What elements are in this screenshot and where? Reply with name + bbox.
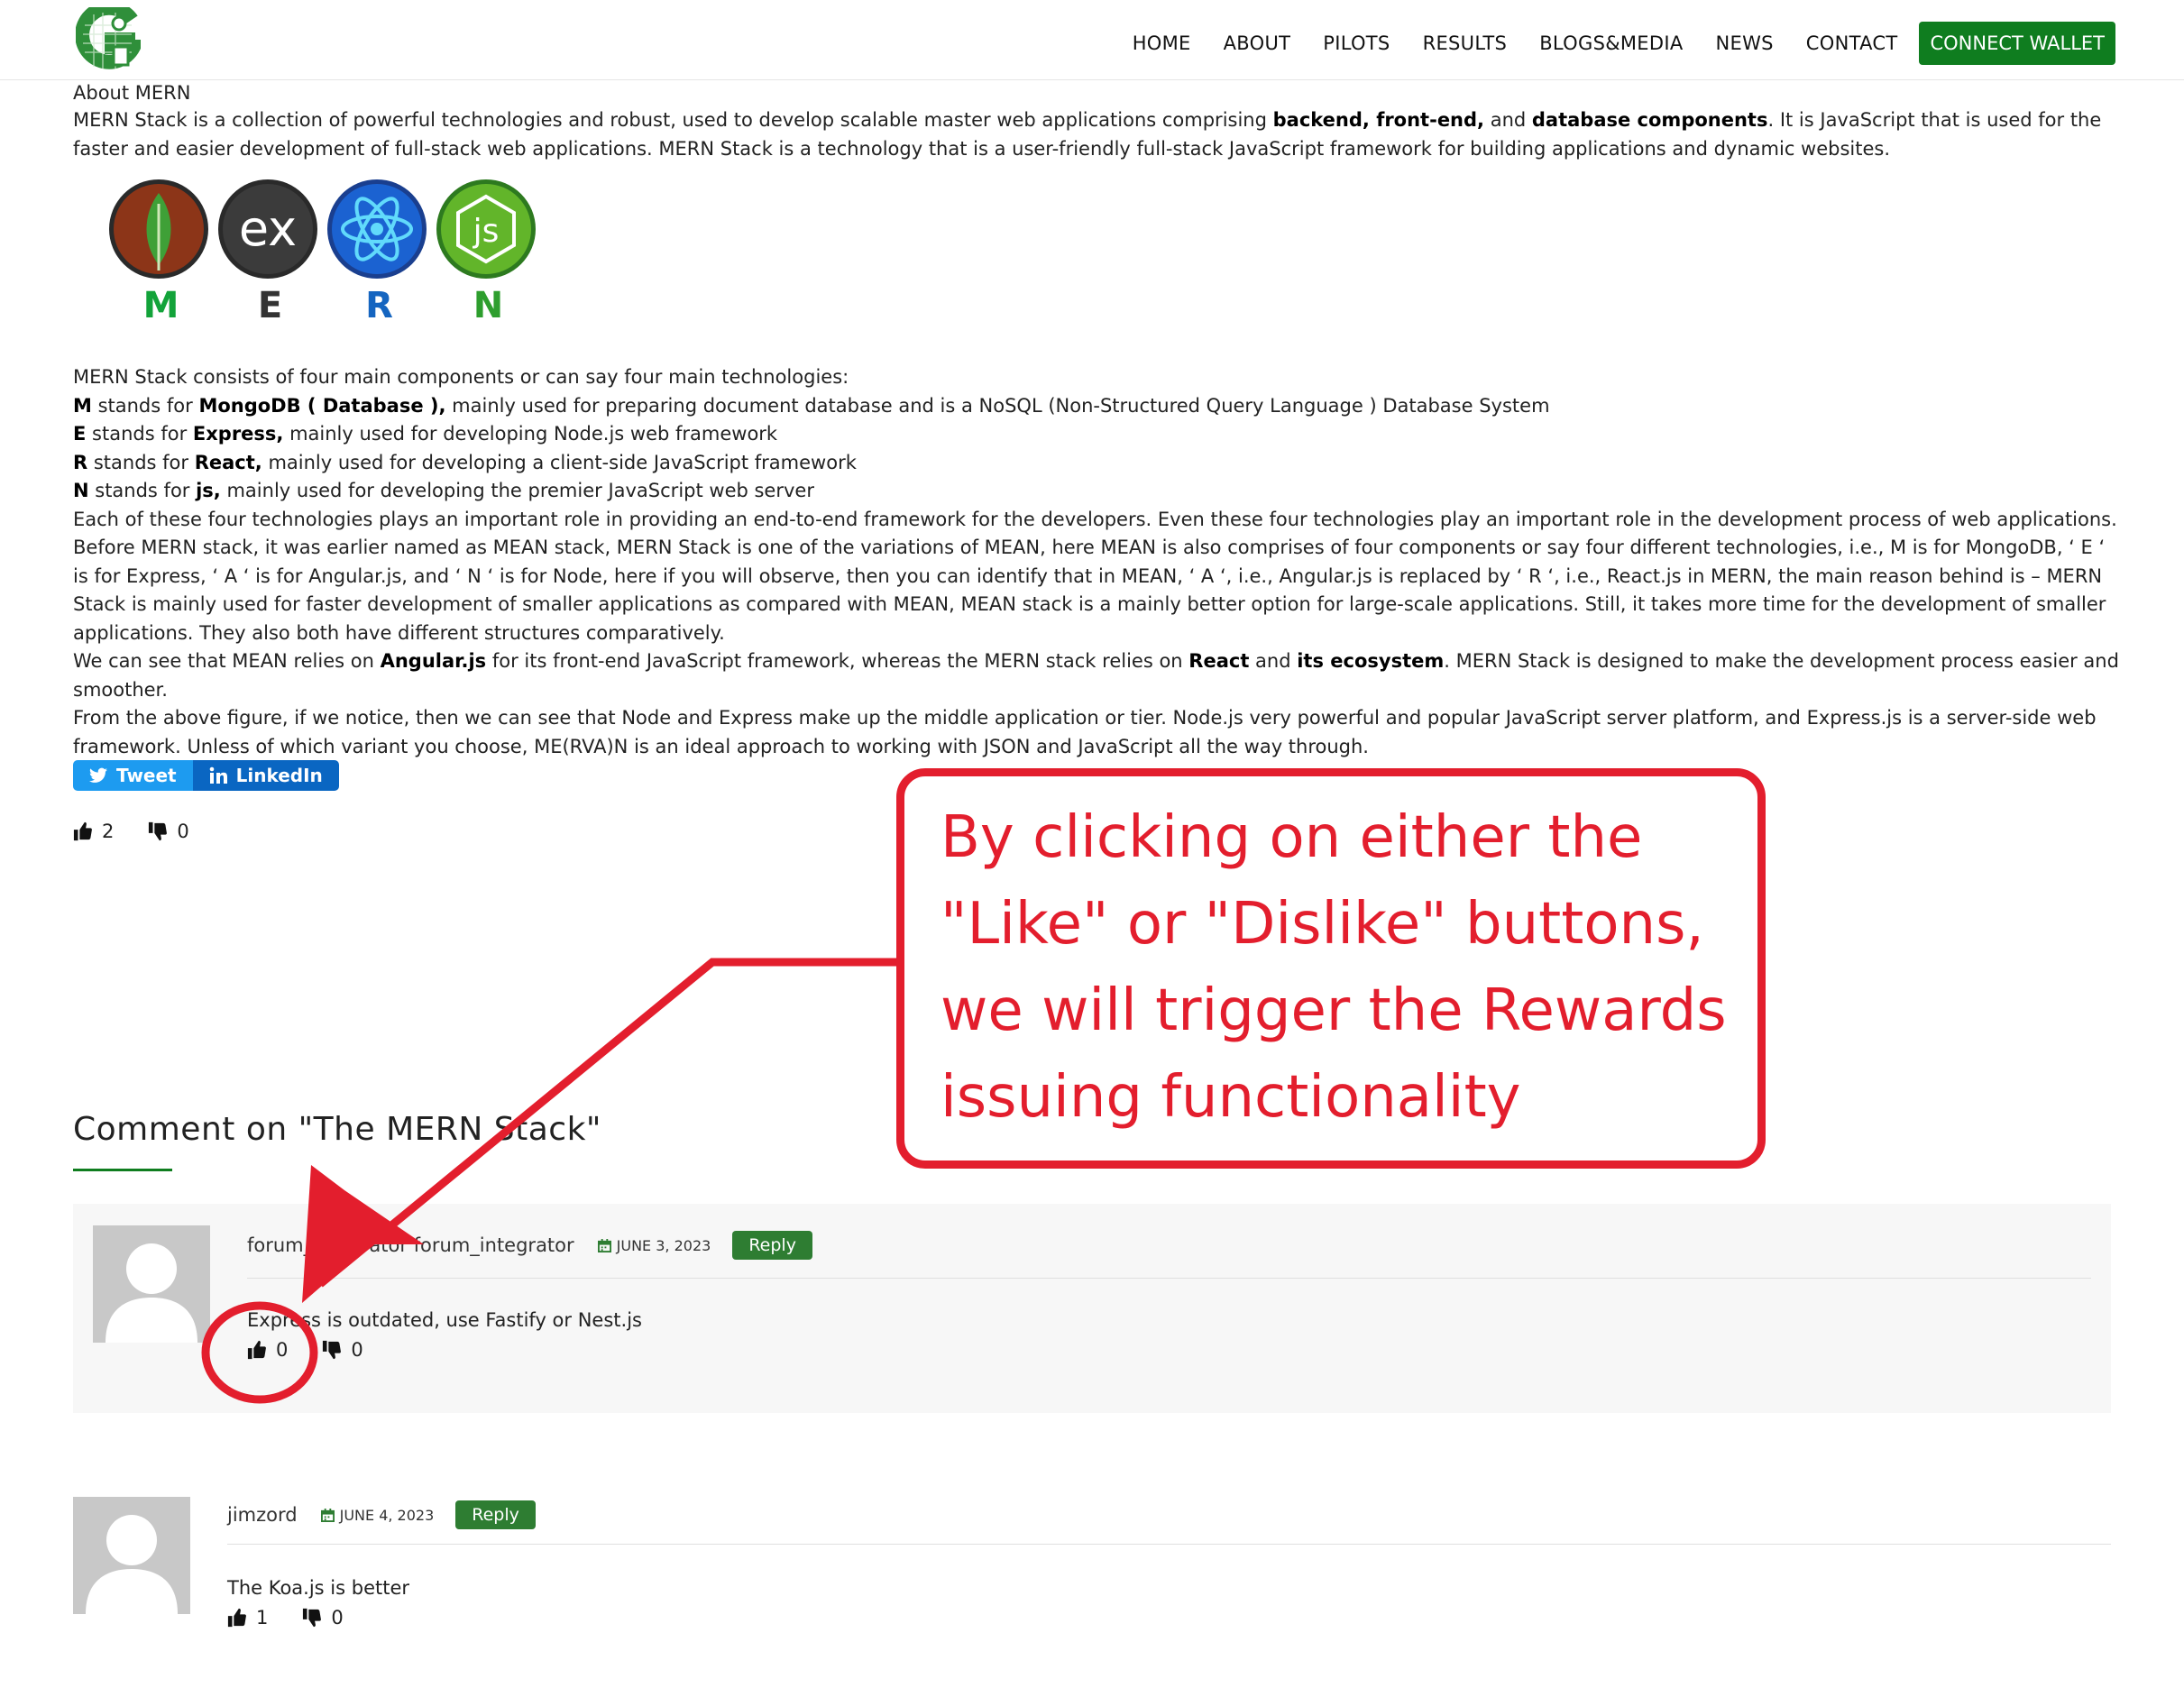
annotation-text: By clicking on either the "Like" or "Dis…	[941, 804, 1727, 1131]
annotation-callout: By clicking on either the "Like" or "Dis…	[896, 768, 1766, 1169]
